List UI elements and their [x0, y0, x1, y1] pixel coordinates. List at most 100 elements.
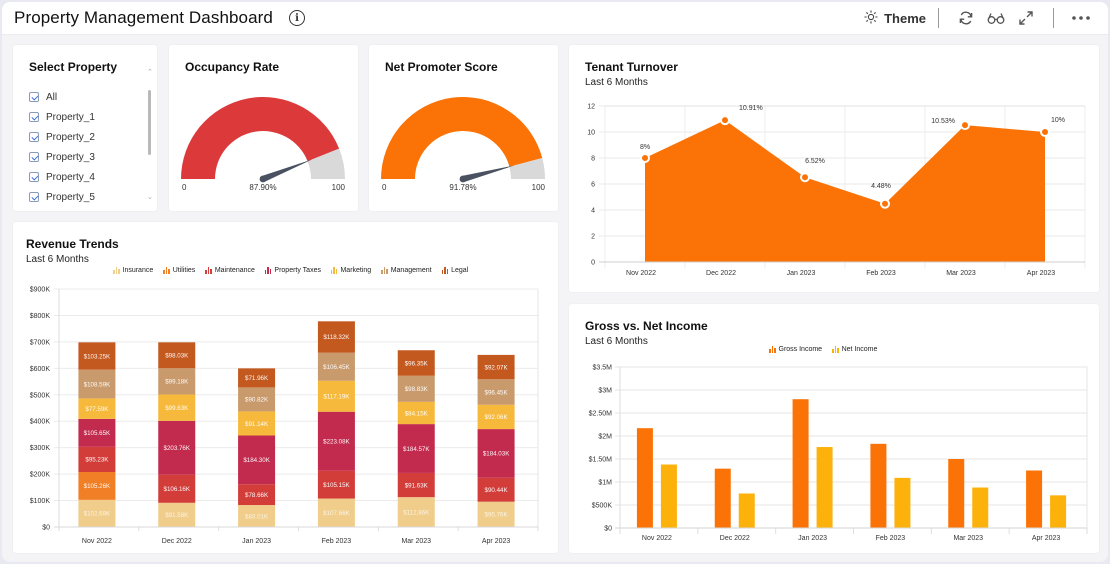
y-tick-label: $900K: [30, 287, 51, 294]
occupancy-rate-card: Occupancy Rate 0 87.90% 100: [169, 45, 358, 211]
data-label: $98.83K: [405, 386, 429, 393]
x-tick-label: Jan 2023: [787, 270, 816, 277]
data-point[interactable]: [960, 120, 970, 131]
bar[interactable]: [1026, 470, 1043, 529]
property-option-label: Property_3: [46, 151, 95, 163]
data-label: $99.63K: [165, 405, 189, 412]
y-tick-label: $700K: [30, 339, 51, 346]
data-point[interactable]: [800, 172, 810, 183]
bar[interactable]: [972, 487, 989, 528]
data-label: $92.07K: [485, 364, 509, 371]
data-label: 10%: [1051, 117, 1065, 124]
y-tick-label: $400K: [30, 419, 51, 426]
y-tick-label: 2: [591, 234, 595, 241]
data-label: $83.01K: [245, 513, 269, 520]
theme-button[interactable]: Theme: [864, 10, 926, 27]
bar[interactable]: [636, 428, 653, 528]
y-tick-label: 0: [591, 260, 595, 267]
data-label: $203.76K: [164, 445, 191, 452]
bar[interactable]: [894, 477, 911, 528]
property-list: All Property_1 Property_2 Property_3 Propert…: [29, 87, 95, 207]
bar[interactable]: [870, 443, 887, 528]
select-property-card: Select Property All Property_1 Property_2 P…: [13, 45, 157, 211]
x-tick-label: Apr 2023: [1032, 535, 1061, 542]
property-option[interactable]: Property_4: [29, 167, 95, 187]
gauge-value-label: 91.78%: [449, 183, 476, 192]
dashboard: Property Management Dashboard i Theme Se…: [2, 2, 1108, 562]
checkbox[interactable]: [29, 172, 39, 182]
x-tick-label: Feb 2023: [322, 538, 352, 545]
bar[interactable]: [792, 399, 809, 528]
expand-icon[interactable]: [1016, 8, 1036, 28]
y-tick-label: 12: [587, 104, 595, 111]
gauge-needle: [261, 159, 313, 182]
y-tick-label: $3M: [598, 388, 612, 395]
net-promoter-score-card: Net Promoter Score 0 91.78% 100: [369, 45, 558, 211]
property-option[interactable]: Property_5: [29, 187, 95, 207]
x-tick-label: Nov 2022: [626, 270, 656, 277]
checkbox[interactable]: [29, 112, 39, 122]
bar[interactable]: [1050, 495, 1067, 528]
data-point[interactable]: [720, 115, 730, 126]
checkbox[interactable]: [29, 92, 39, 102]
refresh-icon[interactable]: [956, 8, 976, 28]
property-option[interactable]: Property_1: [29, 107, 95, 127]
data-label: $103.25K: [84, 353, 111, 360]
y-tick-label: 6: [591, 182, 595, 189]
data-label: $92.06K: [485, 414, 509, 421]
data-label: 4.48%: [871, 183, 891, 190]
property-option[interactable]: Property_3: [29, 147, 95, 167]
data-label: $91.14K: [245, 421, 269, 428]
x-tick-label: Nov 2022: [642, 535, 672, 542]
glasses-icon[interactable]: [986, 8, 1006, 28]
property-option-label: Property_2: [46, 131, 95, 143]
checkbox[interactable]: [29, 132, 39, 142]
data-label: $91.63K: [405, 482, 429, 489]
property-option[interactable]: Property_2: [29, 127, 95, 147]
property-option[interactable]: All: [29, 87, 95, 107]
bar[interactable]: [714, 468, 731, 528]
nps-gauge: 0 91.78% 100: [381, 97, 546, 192]
page-title: Property Management Dashboard: [14, 8, 273, 27]
select-property-title: Select Property: [29, 60, 118, 74]
y-tick-label: $3.5M: [593, 365, 613, 372]
y-tick-label: $0: [604, 526, 612, 533]
gauge-min-label: 0: [382, 183, 387, 192]
gauge-needle: [462, 165, 515, 183]
y-tick-label: 4: [591, 208, 595, 215]
x-tick-label: Mar 2023: [401, 538, 431, 545]
data-label: 8%: [640, 144, 650, 151]
bar[interactable]: [738, 493, 755, 529]
scroll-up-icon[interactable]: ⌃: [147, 68, 153, 76]
bar[interactable]: [816, 447, 833, 528]
toolbar-divider: [938, 8, 939, 28]
toolbar-divider: [1053, 8, 1054, 28]
y-tick-label: $100K: [30, 498, 51, 505]
data-point[interactable]: [1040, 127, 1050, 137]
checkbox[interactable]: [29, 192, 39, 202]
property-option-label: Property_5: [46, 191, 95, 203]
info-icon[interactable]: i: [289, 10, 305, 26]
x-tick-label: Feb 2023: [876, 535, 906, 542]
gauge-value-label: 87.90%: [249, 183, 276, 192]
data-label: $184.03K: [483, 451, 510, 458]
gauge-min-label: 0: [182, 183, 187, 192]
checkbox[interactable]: [29, 152, 39, 162]
scroll-down-icon[interactable]: ⌄: [147, 193, 153, 201]
bar[interactable]: [948, 459, 965, 528]
gauge-needle-hub: [259, 175, 267, 183]
more-icon[interactable]: [1071, 8, 1091, 28]
y-tick-label: $2.50M: [589, 411, 613, 418]
property-option-label: All: [46, 91, 58, 103]
data-label: $77.59K: [85, 406, 109, 413]
gross-vs-net-card: Gross vs. Net Income Last 6 Months Gross…: [569, 304, 1099, 553]
data-label: $84.15K: [405, 410, 429, 417]
gross-vs-net-chart: $0 $500K $1M $1.50M $2M $2.50M $3M $3.5M Nov 202…: [589, 365, 1088, 542]
data-point[interactable]: [640, 153, 650, 163]
property-option-label: Property_1: [46, 111, 95, 123]
data-point[interactable]: [880, 198, 890, 209]
data-label: $107.66K: [323, 510, 350, 517]
scrollbar[interactable]: [148, 90, 151, 155]
data-label: $108.59K: [84, 381, 111, 388]
bar[interactable]: [660, 464, 677, 528]
